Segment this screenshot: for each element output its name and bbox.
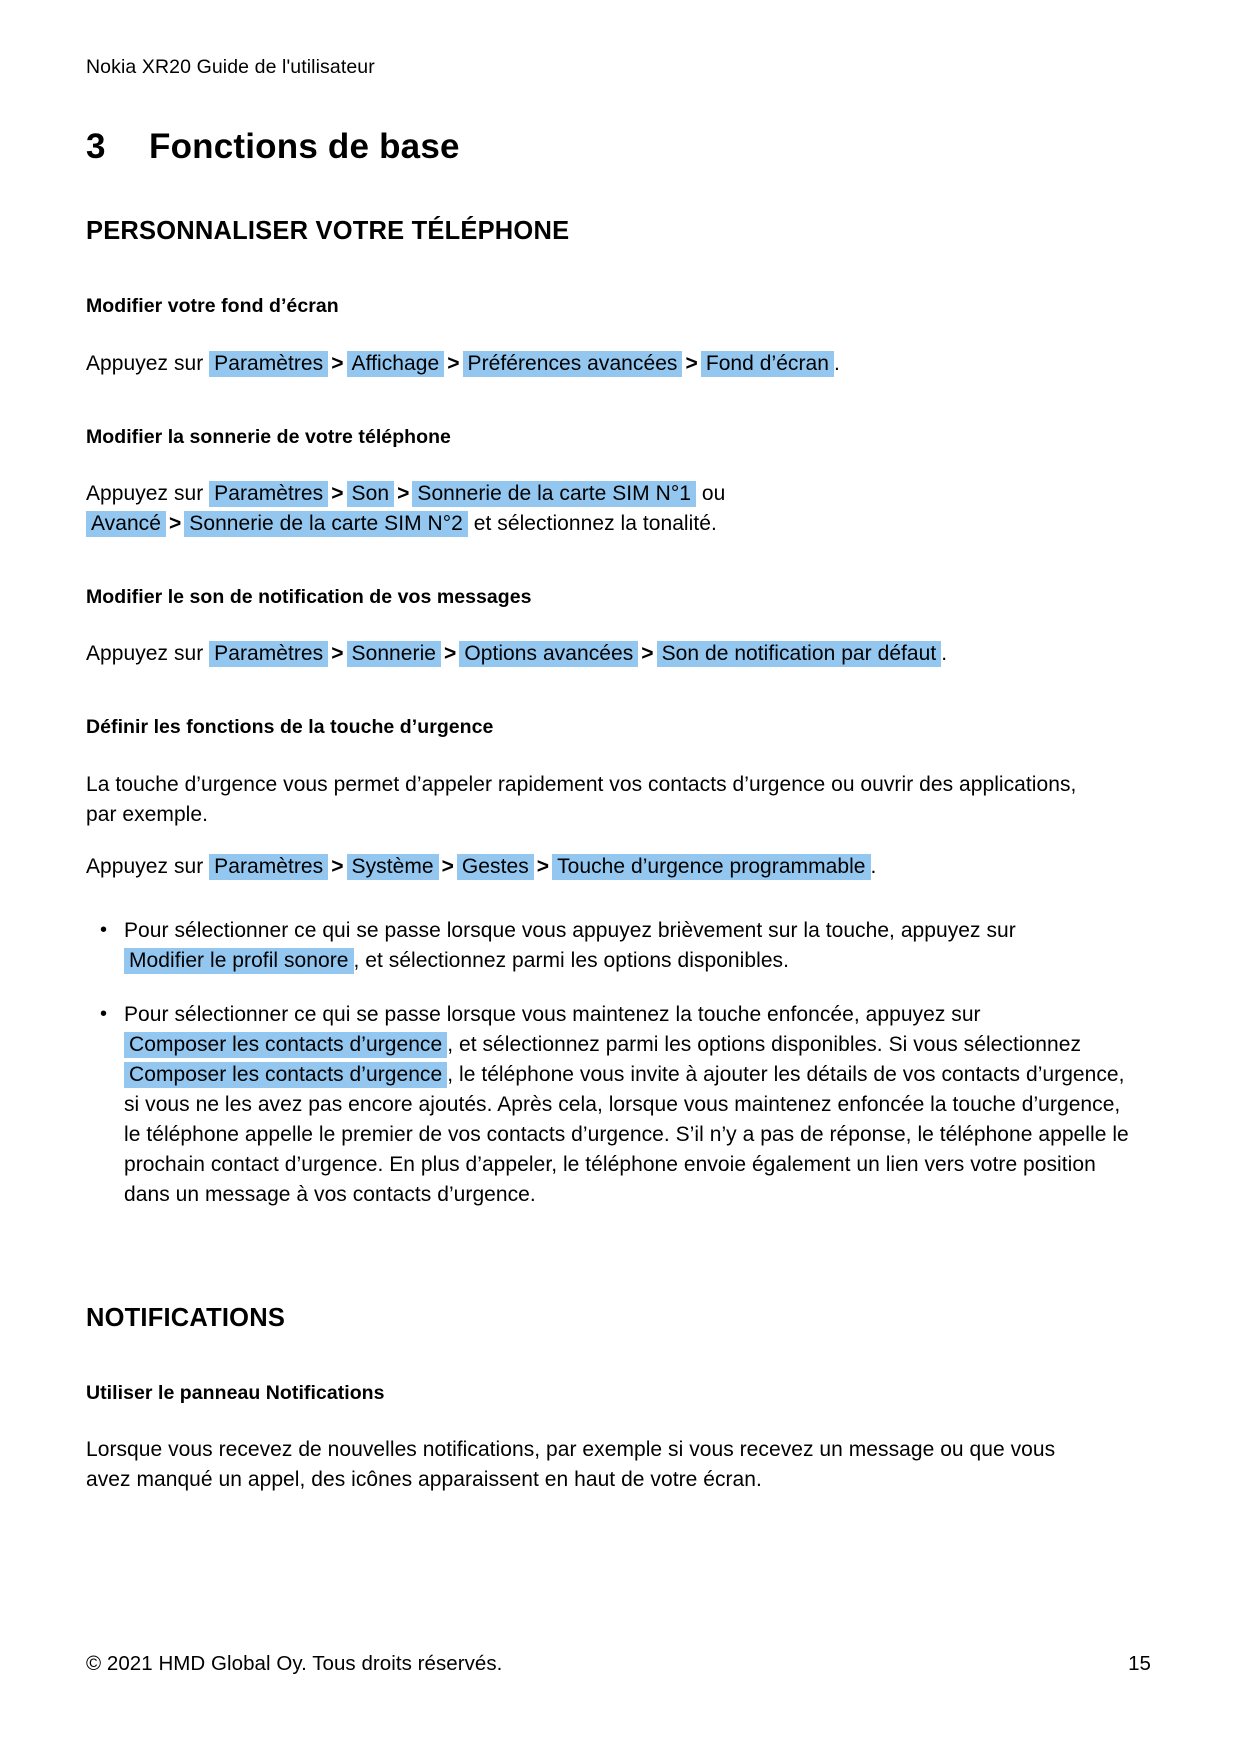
trailing-punctuation: . [941, 642, 948, 666]
ui-path-chip-avance[interactable]: Avancé [86, 511, 166, 538]
sub-heading-wallpaper: Modifier votre fond d’écran [86, 295, 339, 318]
footer-page-number: 15 [1128, 1652, 1151, 1675]
ui-path-chip-sonnerie-sim2[interactable]: Sonnerie de la carte SIM N°2 [184, 511, 468, 538]
emergency-key-bullet-list: Pour sélectionner ce qui se passe lorsqu… [86, 915, 1151, 1210]
ui-path-chip-preferences-avancees[interactable]: Préférences avancées [462, 350, 683, 377]
path-separator: > [536, 854, 550, 878]
ui-path-chip-sonnerie[interactable]: Sonnerie [346, 641, 442, 668]
chapter-number: 3 [86, 127, 106, 167]
ui-path-chip-sonnerie-sim1[interactable]: Sonnerie de la carte SIM N°1 [412, 481, 696, 508]
path-separator: > [397, 482, 410, 506]
ui-path-chip-options-avancees[interactable]: Options avancées [459, 641, 639, 668]
ui-path-chip-gestes[interactable]: Gestes [456, 853, 534, 880]
path-separator: > [685, 351, 698, 375]
conjunction-ou: ou [701, 482, 726, 506]
ui-path-chip-parametres[interactable]: Paramètres [209, 481, 329, 508]
ui-path-chip-parametres[interactable]: Paramètres [209, 350, 329, 377]
path-separator: > [641, 642, 654, 666]
ui-chip-composer-contacts-urgence[interactable]: Composer les contacts d’urgence [124, 1031, 448, 1058]
path-separator: > [331, 482, 344, 506]
ui-chip-composer-contacts-urgence-2[interactable]: Composer les contacts d’urgence [124, 1061, 448, 1088]
path-separator: > [447, 351, 460, 375]
path-separator: > [331, 642, 344, 666]
lead-text: Appuyez sur [86, 482, 204, 506]
sub-heading-emergency-key: Définir les fonctions de la touche d’urg… [86, 716, 494, 739]
sub-heading-notification-sound: Modifier le son de notification de vos m… [86, 586, 532, 609]
trailing-punctuation: . [870, 854, 877, 878]
ui-path-chip-touche-urgence-programmable[interactable]: Touche d’urgence programmable [552, 853, 871, 880]
instruction-notification-sound: Appuyez sur Paramètres > Sonnerie > Options … [86, 639, 1096, 669]
chapter-title: Fonctions de base [149, 127, 460, 167]
lead-text: Appuyez sur [86, 642, 204, 666]
bullet-text-before: Pour sélectionner ce qui se passe lorsqu… [124, 1002, 981, 1026]
ui-path-chip-fond-decran[interactable]: Fond d’écran [700, 350, 834, 377]
ui-path-chip-son-notification-defaut[interactable]: Son de notification par défaut [656, 641, 942, 668]
ui-chip-modifier-profil-sonore[interactable]: Modifier le profil sonore [124, 947, 354, 974]
trailing-punctuation: . [834, 351, 840, 375]
ui-path-chip-parametres[interactable]: Paramètres [209, 853, 329, 880]
section-heading-personalize: PERSONNALISER VOTRE TÉLÉPHONE [86, 217, 570, 246]
lead-text: Appuyez sur [86, 854, 204, 878]
sub-heading-ringtone: Modifier la sonnerie de votre téléphone [86, 425, 451, 448]
chapter-title-row: 3 Fonctions de base [86, 127, 1151, 167]
ui-path-chip-systeme[interactable]: Système [346, 853, 439, 880]
footer-copyright: © 2021 HMD Global Oy. Tous droits réserv… [86, 1652, 503, 1675]
section-heading-notifications: NOTIFICATIONS [86, 1303, 286, 1332]
list-item-long-press: Pour sélectionner ce qui se passe lorsqu… [86, 999, 1129, 1210]
ui-path-chip-son[interactable]: Son [346, 481, 395, 508]
instruction-ringtone: Appuyez sur Paramètres > Son > Sonnerie de l… [86, 479, 1096, 539]
emergency-key-intro: La touche d’urgence vous permet d’appele… [86, 772, 1077, 826]
bullet-text-middle: , et sélectionnez parmi les options disp… [447, 1032, 1082, 1056]
notification-panel-body: Lorsque vous recevez de nouvelles notifi… [86, 1438, 1056, 1492]
list-item-short-press: Pour sélectionner ce qui se passe lorsqu… [86, 915, 1129, 976]
page-footer: © 2021 HMD Global Oy. Tous droits réserv… [86, 1652, 1151, 1676]
running-header: Nokia XR20 Guide de l'utilisateur [86, 56, 375, 78]
ui-path-chip-affichage[interactable]: Affichage [346, 350, 445, 377]
path-separator: > [444, 642, 457, 666]
sub-heading-notification-panel: Utiliser le panneau Notifications [86, 1381, 385, 1404]
document-page: Nokia XR20 Guide de l'utilisateur 3 Fonc… [0, 0, 1241, 1754]
bullet-text-after: , et sélectionnez parmi les options disp… [353, 948, 789, 972]
trailing-text: et sélectionnez la tonalité. [473, 512, 717, 536]
bullet-text-before: Pour sélectionner ce qui se passe lorsqu… [124, 918, 1016, 942]
ui-path-chip-parametres[interactable]: Paramètres [209, 641, 329, 668]
lead-text: Appuyez sur [86, 351, 204, 375]
instruction-emergency-key: Appuyez sur Paramètres > Système > Gestes > To… [86, 852, 1096, 882]
path-separator: > [168, 512, 182, 536]
instruction-wallpaper: Appuyez sur Paramètres > Affichage > Préfére… [86, 349, 1096, 379]
path-separator: > [331, 351, 344, 375]
path-separator: > [441, 854, 454, 878]
path-separator: > [331, 854, 344, 878]
